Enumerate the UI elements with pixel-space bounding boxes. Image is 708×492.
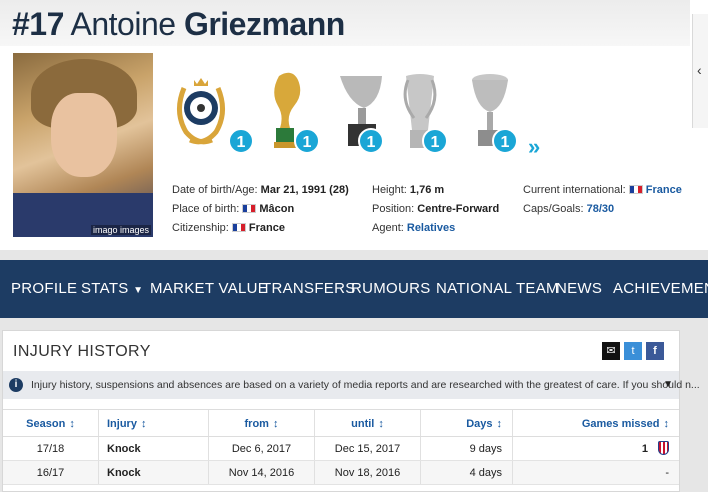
trophy-count-badge: 1	[422, 128, 448, 154]
nav-news[interactable]: NEWS	[556, 280, 602, 297]
position-value: Centre-Forward	[417, 203, 500, 215]
caps-link[interactable]: 78/30	[587, 203, 615, 215]
france-flag-icon	[628, 185, 643, 194]
table-row: 17/18 Knock Dec 6, 2017 Dec 15, 2017 9 d…	[3, 437, 679, 461]
france-flag-icon	[242, 204, 257, 213]
sort-icon: ↕	[69, 418, 75, 430]
nav-profile[interactable]: PROFILE	[11, 280, 77, 297]
position-row: Position: Centre-Forward	[372, 203, 500, 215]
player-photo: imago images	[13, 53, 153, 237]
sort-icon: ↕	[378, 418, 384, 430]
notice-text: Injury history, suspensions and absences…	[31, 379, 700, 391]
trophy-count-badge: 1	[228, 128, 254, 154]
trophy-count-badge: 1	[358, 128, 384, 154]
nav-market-value[interactable]: MARKET VALUE	[150, 280, 268, 297]
col-from[interactable]: from ↕	[209, 410, 315, 436]
player-header: #17 Antoine Griezmann ‹ imago images 1 1	[0, 0, 708, 250]
caps-row: Caps/Goals: 78/30	[523, 203, 615, 215]
laurel-ball-icon	[177, 78, 225, 145]
height-value: 1,76 m	[409, 184, 445, 196]
main-nav: PROFILE STATS ▼ MARKET VALUE TRANSFERS R…	[0, 260, 708, 318]
nav-rumours[interactable]: RUMOURS	[351, 280, 431, 297]
international-link[interactable]: France	[646, 184, 682, 196]
sort-icon: ↕	[663, 418, 670, 430]
height-row: Height: 1,76 m	[372, 184, 445, 196]
twitter-share-icon[interactable]: t	[624, 342, 642, 360]
table-row: 16/17 Knock Nov 14, 2016 Nov 18, 2016 4 …	[3, 461, 679, 485]
citizenship-value: France	[248, 222, 285, 234]
agent-row: Agent: Relatives	[372, 222, 456, 234]
trophy-uefa-super-cup[interactable]: 1	[470, 70, 528, 156]
trophy-europa-league[interactable]: 1	[400, 70, 458, 156]
nav-achievements[interactable]: ACHIEVEMENTS	[613, 280, 708, 297]
caret-down-icon: ▼	[133, 285, 144, 296]
sort-icon: ↕	[140, 418, 147, 430]
col-injury[interactable]: Injury ↕	[99, 410, 209, 436]
photo-credit: imago images	[90, 225, 151, 235]
email-share-icon[interactable]: ✉	[602, 342, 620, 360]
more-trophies-icon[interactable]: »	[528, 134, 540, 160]
notice-bar[interactable]: i Injury history, suspensions and absenc…	[3, 371, 700, 399]
panel-title: INJURY HISTORY	[13, 343, 151, 360]
pob-row: Place of birth: Mâcon	[172, 203, 295, 215]
player-first-name: Antoine	[70, 6, 177, 42]
side-widget[interactable]: ‹	[692, 14, 708, 128]
dob-row: Date of birth/Age: Mar 21, 1991 (28)	[172, 184, 349, 196]
trophy-count-badge: 1	[294, 128, 320, 154]
col-until[interactable]: until ↕	[315, 410, 421, 436]
france-flag-icon	[231, 223, 246, 232]
info-icon: i	[9, 378, 23, 392]
trophy-super-cup[interactable]: 1	[336, 70, 394, 156]
col-games-missed[interactable]: Games missed ↕	[513, 410, 679, 436]
facebook-share-icon[interactable]: f	[646, 342, 664, 360]
trophy-world-cup[interactable]: 1	[262, 70, 320, 156]
player-number: #17	[12, 6, 64, 42]
trophy-laurel[interactable]: 1	[172, 70, 254, 156]
international-row: Current international: France	[523, 184, 682, 196]
injury-history-panel: INJURY HISTORY ✉ t f i Injury history, s…	[2, 330, 700, 492]
sort-icon: ↕	[272, 418, 279, 430]
chevron-left-icon[interactable]: ‹	[697, 62, 702, 78]
pob-value: Mâcon	[259, 203, 295, 215]
caret-down-icon[interactable]: ▼	[663, 371, 673, 399]
col-days[interactable]: Days ↕	[421, 410, 513, 436]
dob-value: Mar 21, 1991 (28)	[260, 184, 349, 196]
sort-icon: ↕	[496, 418, 503, 430]
atletico-madrid-icon[interactable]	[658, 441, 669, 455]
citizenship-row: Citizenship: France	[172, 222, 285, 234]
nav-national-team[interactable]: NATIONAL TEAM	[436, 280, 559, 297]
table-header: Season ↕ Injury ↕ from ↕ until ↕ Days ↕ Games…	[3, 409, 679, 437]
trophy-count-badge: 1	[492, 128, 518, 154]
player-name: #17 Antoine Griezmann	[12, 6, 345, 43]
col-season[interactable]: Season ↕	[3, 410, 99, 436]
player-last-name: Griezmann	[183, 6, 345, 42]
agent-link[interactable]: Relatives	[407, 222, 455, 234]
games-missed-cell: 1	[513, 437, 679, 460]
nav-stats[interactable]: STATS ▼	[81, 280, 143, 297]
nav-transfers[interactable]: TRANSFERS	[262, 280, 356, 297]
